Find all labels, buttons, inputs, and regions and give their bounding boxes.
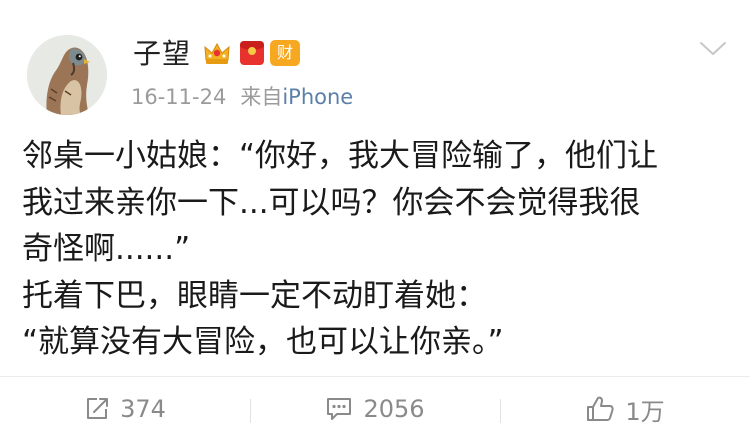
comment-button[interactable]: 2056: [250, 377, 500, 441]
comment-count: 2056: [363, 395, 425, 423]
post-text-line: 奇怪啊......”: [22, 231, 191, 267]
comment-icon: [327, 398, 352, 420]
chevron-down-icon[interactable]: [698, 38, 728, 60]
post-text-line: 我过来亲你一下...可以吗？你会不会觉得我很: [22, 184, 641, 221]
post-text-line: “就算没有大冒险，也可以让你亲。”: [22, 324, 504, 360]
red-packet-badge-icon[interactable]: [240, 41, 264, 65]
source-link[interactable]: iPhone: [282, 85, 353, 109]
wealth-badge[interactable]: 财: [270, 40, 300, 66]
source-prefix: 来自: [240, 85, 283, 109]
post-text-line: 邻桌一小姑娘：“你好，我大冒险输了，他们让: [22, 138, 659, 174]
repost-icon: [87, 398, 109, 419]
username[interactable]: 子望: [133, 34, 191, 74]
post-meta: 16-11-24 来自iPhone: [131, 82, 353, 112]
weibo-post-card: 子望 财 16-11-24 来自iPhone 邻桌一小姑娘：“你好，我大冒险输了，…: [0, 0, 750, 441]
post-text-line: 托着下巴，眼睛一定不动盯着她：: [22, 277, 487, 314]
repost-button[interactable]: 374: [0, 377, 250, 441]
repost-count: 374: [120, 395, 166, 423]
user-badges: 财: [202, 38, 300, 68]
like-count: 1万: [625, 397, 665, 426]
thumbs-up-icon: [587, 396, 614, 421]
action-bar: 374 2056 1万: [0, 377, 750, 441]
avatar[interactable]: [27, 35, 107, 115]
crown-badge-icon[interactable]: [202, 38, 232, 68]
kestrel-avatar-icon: [27, 35, 107, 115]
like-button[interactable]: 1万: [500, 377, 750, 441]
post-date: 16-11-24: [131, 85, 227, 109]
post-text: 邻桌一小姑娘：“你好，我大冒险输了，他们让 我过来亲你一下...可以吗？你会不会…: [22, 133, 732, 366]
